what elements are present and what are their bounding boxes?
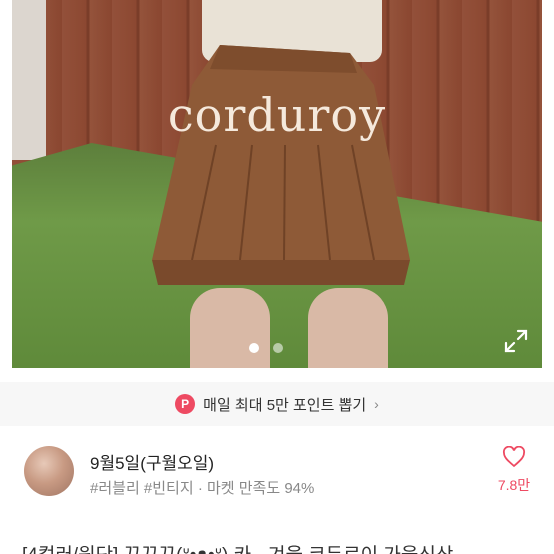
seller-avatar[interactable] xyxy=(24,446,74,496)
carousel-indicator xyxy=(249,343,283,353)
expand-icon[interactable] xyxy=(503,328,529,354)
seller-meta: #러블리 #빈티지 · 마켓 만족도 94% xyxy=(90,480,315,497)
promo-text: 매일 최대 5만 포인트 뽑기 xyxy=(203,396,367,414)
product-title: [4컬러/원단] 꾸꾸꾸(ᐡ•ᴥ•ᐡ) 카 · 겨울 코듀로이 가을신상 xyxy=(22,540,453,554)
carousel-dot-1[interactable] xyxy=(249,343,259,353)
brand-overlay-text: corduroy xyxy=(167,88,387,142)
heart-icon xyxy=(502,445,526,468)
like-button[interactable]: 7.8만 xyxy=(494,445,534,495)
carousel-dot-2[interactable] xyxy=(273,343,283,353)
like-count: 7.8만 xyxy=(497,477,531,493)
leg-right xyxy=(308,288,388,368)
point-badge-icon: P xyxy=(175,394,196,414)
leg-left xyxy=(190,288,270,368)
promo-banner[interactable]: P 매일 최대 5만 포인트 뽑기 › xyxy=(0,382,554,426)
seller-info[interactable]: 9월5일(구월오일) #러블리 #빈티지 · 마켓 만족도 94% 7.8만 xyxy=(0,440,554,504)
chevron-right-icon: › xyxy=(374,396,379,412)
skirt-illustration xyxy=(152,45,410,285)
seller-name[interactable]: 9월5일(구월오일) xyxy=(90,449,214,474)
product-image[interactable]: corduroy xyxy=(12,0,542,368)
